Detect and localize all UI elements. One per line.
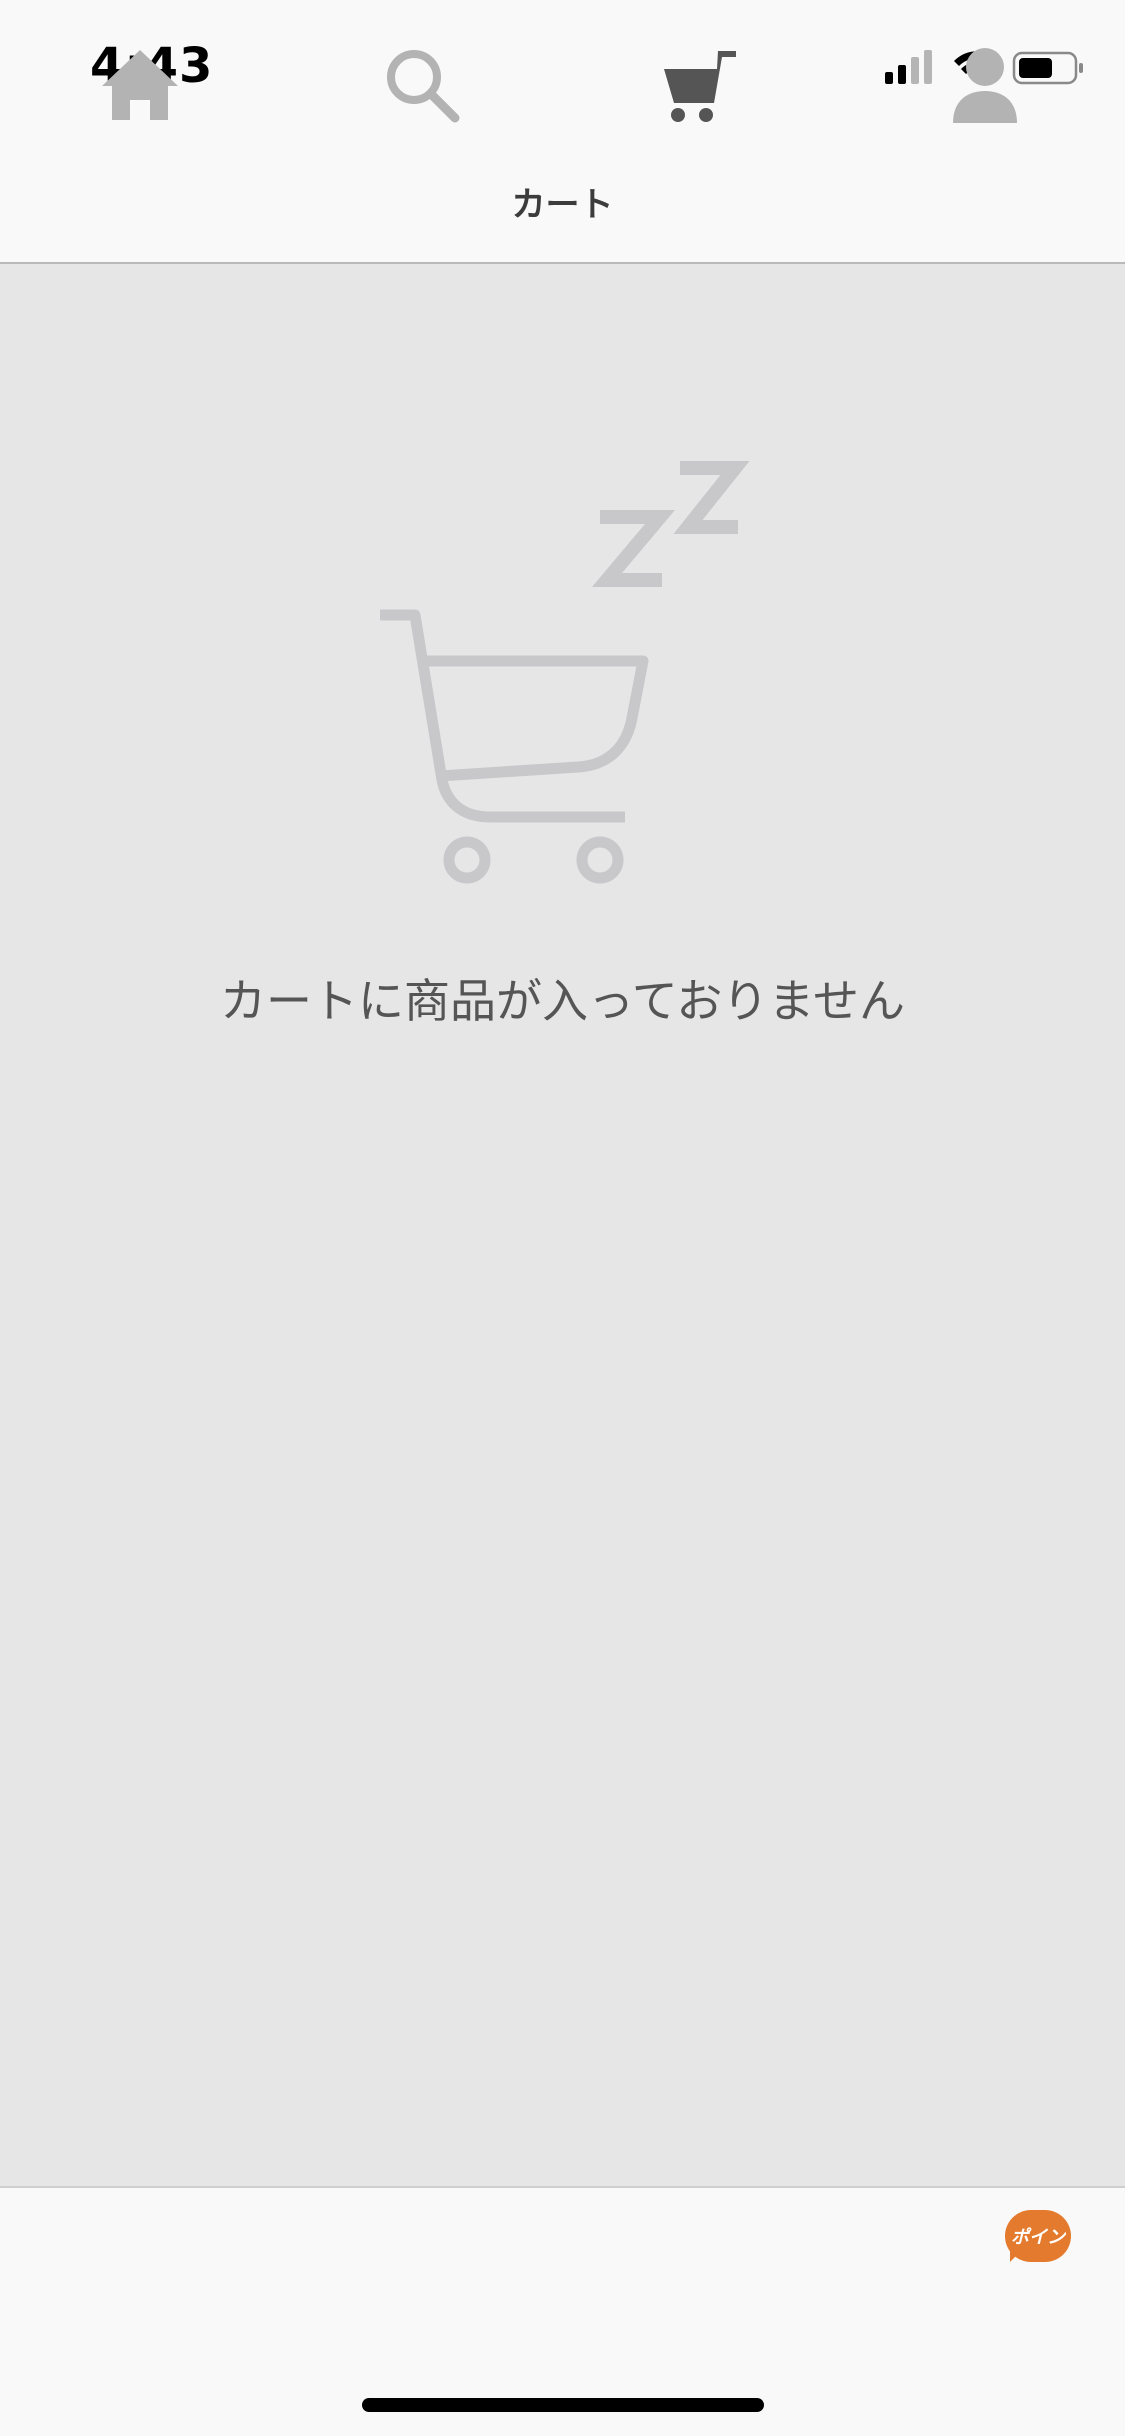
home-indicator[interactable] xyxy=(362,2398,764,2412)
home-icon xyxy=(102,50,178,120)
sleeping-cart-icon xyxy=(380,461,750,884)
cart-icon xyxy=(664,51,736,122)
tab-home[interactable] xyxy=(70,30,210,140)
tab-cart[interactable] xyxy=(632,30,772,140)
user-icon xyxy=(953,48,1017,123)
cart-outline-icon xyxy=(380,609,649,884)
points-badge: ポイン xyxy=(1005,2210,1071,2262)
empty-cart-message: カートに商品が入っておりません xyxy=(220,974,905,1028)
page-title: カート xyxy=(511,185,614,225)
nav-bar: カート xyxy=(0,132,1125,264)
tab-search[interactable] xyxy=(352,30,492,140)
zzz-icon xyxy=(591,461,750,587)
tab-mypage[interactable] xyxy=(915,30,1055,140)
search-icon xyxy=(387,50,460,123)
screen: 4:43 カート xyxy=(0,0,1125,2436)
